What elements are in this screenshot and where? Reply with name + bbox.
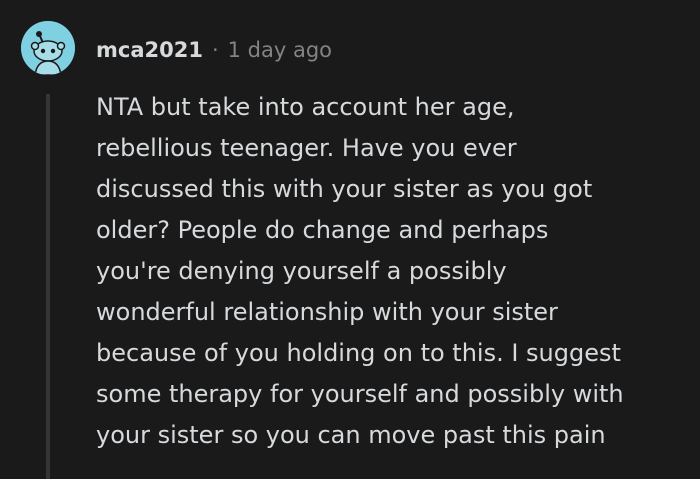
comment-text-line: because of you holding on to this. I sug… <box>96 339 621 367</box>
thread-collapse-line[interactable] <box>46 94 50 479</box>
comment-text-line: NTA but take into account her age, <box>96 93 515 121</box>
comment-text-line: older? People do change and perhaps <box>96 216 549 244</box>
comment-text-line: rebellious teenager. Have you ever <box>96 134 517 162</box>
comment-text-line: some therapy for yourself and possibly w… <box>96 380 624 408</box>
avatar[interactable] <box>21 21 75 75</box>
comment-text-line: discussed this with your sister as you g… <box>96 175 593 203</box>
meta-separator: · <box>211 38 219 62</box>
comment-text-line: wonderful relationship with your sister <box>96 298 558 326</box>
snoo-avatar-icon <box>21 21 75 75</box>
comment-meta: mca2021 · 1 day ago <box>96 33 332 67</box>
comment-text-line: you're denying yourself a possibly <box>96 257 507 285</box>
comment-text-line: your sister so you can move past this pa… <box>96 421 606 449</box>
comment: mca2021 · 1 day ago NTA but take into ac… <box>0 0 700 479</box>
username-link[interactable]: mca2021 <box>96 33 203 67</box>
comment-body: NTA but take into account her age, rebel… <box>96 87 692 456</box>
timestamp[interactable]: 1 day ago <box>228 33 332 67</box>
